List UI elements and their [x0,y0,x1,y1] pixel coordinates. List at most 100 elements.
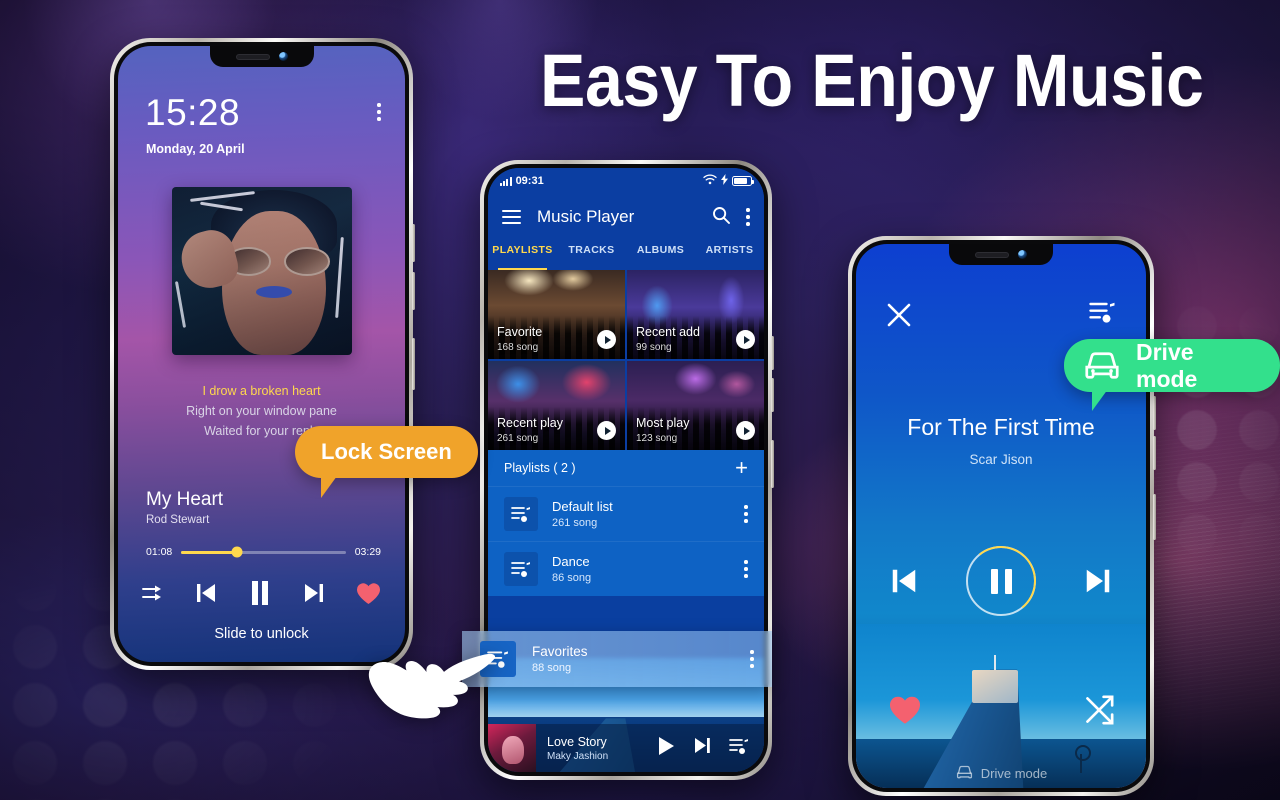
volume-up-button[interactable] [1153,396,1156,430]
shuffle-icon[interactable] [142,584,164,602]
volume-down-button[interactable] [1153,436,1156,470]
tile-count: 168 song [497,342,539,353]
battery-icon [732,176,755,186]
elapsed-time: 01:08 [146,546,173,558]
volume-up-button[interactable] [771,336,774,370]
duration-time: 03:29 [354,546,381,558]
mini-player-title: Love Story [547,734,607,749]
status-bar: 09:31 [488,168,764,194]
playlist-count: 261 song [552,517,598,529]
kebab-menu-icon[interactable] [744,560,748,578]
next-icon[interactable] [693,736,712,760]
playlist-name: Dance [552,554,590,569]
tab-albums[interactable]: ALBUMS [626,240,695,270]
phone-lock-screen: 15:28 Monday, 20 April I drow a broken h… [110,38,415,670]
dragged-playlist-item[interactable]: Favorites 88 song [462,631,772,687]
seek-handle[interactable] [231,546,243,558]
car-icon [1082,351,1122,380]
list-item[interactable]: Default list 261 song [488,486,764,541]
phone-notch [209,46,314,67]
play-circle-icon[interactable] [736,330,755,349]
slide-to-unlock-hint[interactable]: Slide to unlock [118,626,405,642]
drive-mode-label: Drive mode [980,766,1048,781]
previous-icon[interactable] [194,581,218,605]
power-button[interactable] [412,338,415,390]
search-icon[interactable] [712,206,731,229]
callout-drive-mode: Drive mode [1064,339,1280,411]
lock-screen-date: Monday, 20 April [146,142,245,156]
tile-label: Favorite [497,325,543,339]
now-playing-artist: Scar Jison [969,452,1033,467]
playback-controls [856,542,1146,620]
play-circle-icon[interactable] [597,330,616,349]
playlist-count: 86 song [552,572,592,584]
previous-icon[interactable] [888,566,920,596]
pause-icon[interactable] [248,580,272,606]
list-item[interactable]: Dance 86 song [488,541,764,596]
tile-label: Recent play [497,416,564,430]
seek-track[interactable] [181,546,346,558]
hamburger-menu-icon[interactable] [502,209,521,225]
power-button[interactable] [1153,494,1156,540]
tab-artists[interactable]: ARTISTS [695,240,764,270]
playlist-name: Default list [552,499,613,514]
playlists-header-label: Playlists ( 2 ) [504,461,576,475]
mini-player-artist: Maky Jashion [547,750,609,762]
playlist-tile-favorite[interactable]: Favorite 168 song [488,270,625,359]
volume-up-button[interactable] [412,224,415,262]
play-icon[interactable] [657,736,676,761]
callout-lock-screen: Lock Screen [295,426,478,498]
tile-count: 123 song [636,433,678,444]
playlist-music-icon [504,552,538,586]
close-x-icon[interactable] [886,302,912,333]
kebab-menu-icon[interactable] [750,650,754,668]
mini-player[interactable]: Love Story Maky Jashion [488,724,764,772]
callout-lock-screen-label: Lock Screen [321,439,452,464]
charging-bolt-icon [721,174,728,188]
playlist-tile-recent-play[interactable]: Recent play 261 song [488,361,625,450]
favorite-heart-icon[interactable] [356,582,381,605]
pause-button[interactable] [962,542,1040,620]
now-playing-artist: Rod Stewart [146,514,210,526]
drive-mode-footer: Drive mode [856,765,1146,782]
playlist-tile-grid: Favorite 168 song Recent add 99 song Rec… [488,270,764,450]
tile-label: Recent add [636,325,700,339]
favorite-heart-icon[interactable] [888,695,922,730]
app-bar: Music Player [488,194,764,240]
pointing-hand-cursor [368,636,496,740]
tab-tracks[interactable]: TRACKS [557,240,626,270]
kebab-menu-icon[interactable] [746,208,750,226]
page-title: Easy To Enjoy Music [540,39,1204,122]
callout-tail [321,476,343,498]
kebab-menu-icon[interactable] [744,505,748,523]
lyric-line-1: I drow a broken heart [202,384,321,398]
playlist-tile-recent-add[interactable]: Recent add 99 song [627,270,764,359]
app-title: Music Player [537,207,635,226]
pause-icon [966,546,1036,616]
phone-music-player: 09:31 Music Player PLAYLISTS TRACKS ALBU… [480,160,774,780]
volume-down-button[interactable] [412,272,415,310]
next-icon[interactable] [302,581,326,605]
plus-icon[interactable]: + [735,457,748,479]
tile-count: 99 song [636,342,672,353]
kebab-menu-icon[interactable] [377,103,381,121]
play-circle-icon[interactable] [597,421,616,440]
playlist-tile-most-play[interactable]: Most play 123 song [627,361,764,450]
status-bar-time: 09:31 [515,175,544,187]
dragged-playlist-count: 88 song [532,662,572,674]
car-icon [955,765,974,782]
front-camera-icon [1018,250,1027,259]
phone-screen: 15:28 Monday, 20 April I drow a broken h… [118,46,405,662]
playlist-queue-icon[interactable] [729,737,749,760]
playlists-section-header: Playlists ( 2 ) + [488,450,764,486]
shuffle-icon[interactable] [1084,695,1114,730]
playlist-queue-icon[interactable] [1089,300,1116,329]
power-button[interactable] [771,440,774,488]
play-circle-icon[interactable] [736,421,755,440]
tile-count: 261 song [497,433,539,444]
tab-playlists[interactable]: PLAYLISTS [488,240,557,270]
seek-bar[interactable]: 01:08 03:29 [146,546,381,558]
tile-label: Most play [636,416,690,430]
next-icon[interactable] [1082,566,1114,596]
volume-down-button[interactable] [771,378,774,412]
